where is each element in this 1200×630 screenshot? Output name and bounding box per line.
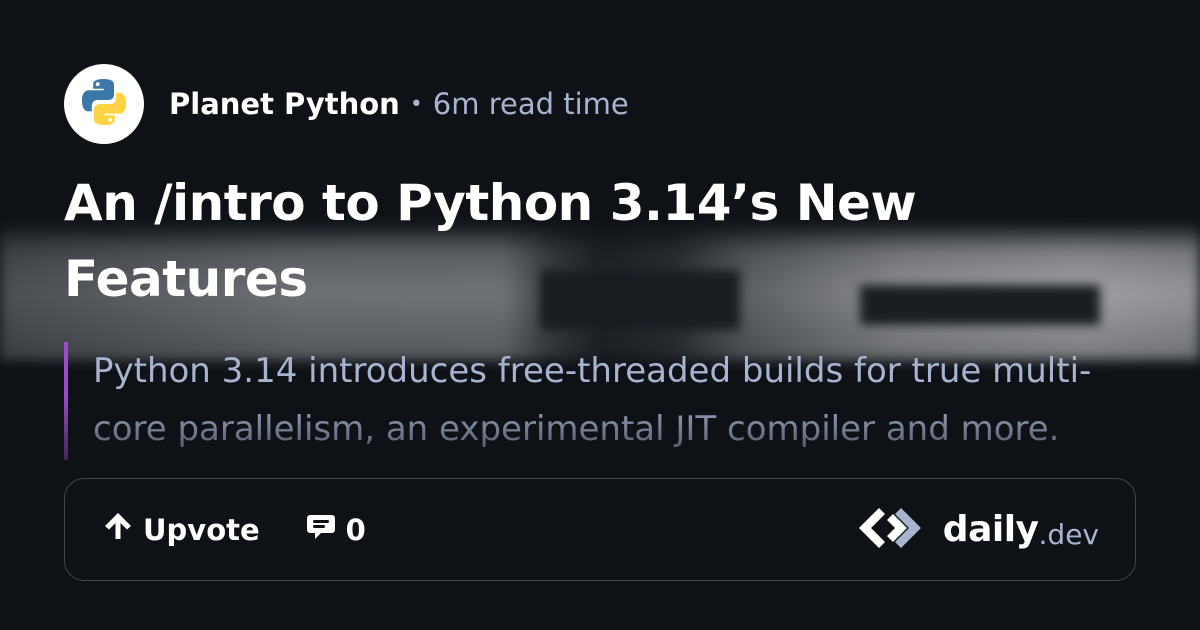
read-time: 6m read time: [432, 87, 629, 121]
action-bar: Upvote 0 daily .dev: [64, 478, 1136, 581]
daily-dev-brand[interactable]: daily .dev: [857, 506, 1099, 554]
post-summary: Python 3.14 introduces free-threaded bui…: [64, 342, 1136, 460]
comment-icon: [304, 509, 346, 550]
brand-name-suffix: .dev: [1038, 518, 1099, 551]
daily-dev-logo-icon: [857, 506, 929, 554]
source-line: Planet Python • 6m read time: [169, 87, 629, 121]
separator-dot: •: [409, 91, 423, 117]
post-title[interactable]: An /intro to Python 3.14’s New Features: [64, 165, 1064, 317]
source-avatar[interactable]: [64, 64, 144, 144]
upvote-button[interactable]: Upvote: [101, 509, 260, 550]
brand-name-main: daily: [942, 509, 1039, 550]
post-summary-text: Python 3.14 introduces free-threaded bui…: [93, 351, 1092, 449]
source-name[interactable]: Planet Python: [169, 87, 400, 121]
comments-count: 0: [345, 512, 366, 547]
comments-button[interactable]: 0: [304, 509, 366, 550]
python-logo-icon: [76, 74, 132, 134]
post-header: Planet Python • 6m read time: [64, 64, 629, 144]
upvote-label: Upvote: [143, 512, 260, 547]
arrow-up-icon: [101, 509, 143, 550]
